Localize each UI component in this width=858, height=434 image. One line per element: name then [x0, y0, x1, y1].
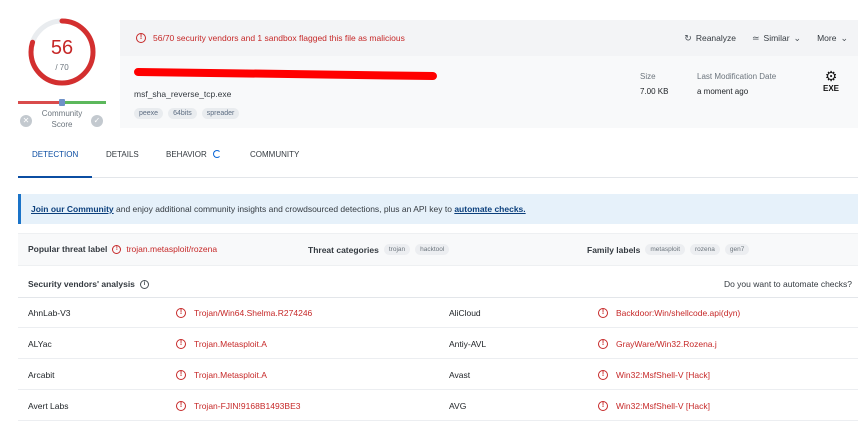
redacted-hash	[133, 67, 438, 81]
more-button[interactable]: More ⌄	[817, 33, 848, 44]
vendor-result: ! Trojan.Metasploit.A	[176, 339, 267, 349]
file-type-label: EXE	[822, 84, 839, 93]
vendor-name: Avast	[449, 370, 471, 380]
score-detections: 56	[50, 37, 74, 59]
vendors-analysis-title: Security vendors' analysis i	[28, 279, 149, 289]
alert-icon: !	[136, 33, 146, 43]
vendor-name: ALYac	[28, 339, 52, 349]
join-community-link[interactable]: Join our Community	[31, 204, 114, 214]
chevron-down-icon: ⌄	[840, 32, 848, 43]
community-score-marker	[59, 99, 65, 106]
community-score-bar	[18, 99, 106, 106]
file-size: Size 7.00 KB	[640, 72, 668, 96]
vendor-name: AVG	[449, 401, 467, 411]
last-modification: Last Modification Date a moment ago	[697, 72, 776, 96]
family-pill[interactable]: metasploit	[645, 244, 686, 255]
refresh-icon: ↻	[684, 32, 692, 43]
file-name: msf_sha_reverse_tcp.exe	[134, 89, 232, 99]
reanalyze-button[interactable]: ↻ Reanalyze	[684, 33, 736, 44]
banner-text: and enjoy additional community insights …	[113, 204, 455, 214]
chevron-down-icon: ⌄	[793, 32, 802, 43]
exe-gear-icon: ⚙	[824, 68, 838, 84]
automate-checks-link[interactable]: automate checks.	[454, 204, 525, 214]
alert-icon: !	[598, 308, 608, 318]
vendor-name: Antiy-AVL	[449, 339, 487, 349]
alert-text: 56/70 security vendors and 1 sandbox fla…	[153, 33, 405, 43]
alert-icon: !	[176, 339, 186, 349]
table-row: AhnLab-V3 ! Trojan/Win64.Shelma.R274246 A…	[18, 298, 858, 328]
alert-icon: !	[598, 401, 608, 411]
file-type-icon: ⚙ EXE	[820, 68, 842, 100]
vote-harmless-icon[interactable]: ✓	[91, 115, 103, 127]
vote-malicious-icon[interactable]: ✕	[20, 115, 32, 127]
info-icon[interactable]: i	[139, 279, 149, 289]
file-actions: ↻ Reanalyze ≃ Similar ⌄ More ⌄	[684, 20, 848, 56]
vendor-result: ! Backdoor:Win/shellcode.api(dyn)	[598, 308, 740, 318]
table-row: Avert Labs ! Trojan-FJIN!9168B1493BE3 AVG…	[18, 391, 858, 421]
table-row: Arcabit ! Trojan.Metasploit.A Avast ! Win3…	[18, 360, 858, 390]
file-tags: peexe 64bits spreader	[134, 108, 240, 119]
file-tag[interactable]: 64bits	[168, 108, 197, 119]
table-row: ALYac ! Trojan.Metasploit.A Antiy-AVL ! Gr…	[18, 329, 858, 359]
tab-behavior[interactable]: BEHAVIOR	[166, 150, 221, 178]
tab-community[interactable]: COMMUNITY	[250, 150, 299, 178]
vendor-result: ! Win32:MsfShell-V [Hack]	[598, 370, 710, 380]
vendor-result: ! Win32:MsfShell-V [Hack]	[598, 401, 710, 411]
file-summary-panel: msf_sha_reverse_tcp.exe peexe 64bits spr…	[120, 56, 858, 128]
tab-detection[interactable]: DETECTION	[18, 150, 92, 178]
threat-labels-row: Popular threat label ! trojan.metasploit…	[18, 233, 858, 266]
vendor-name: AliCloud	[449, 308, 481, 318]
vendor-result: ! Trojan/Win64.Shelma.R274246	[176, 308, 312, 318]
tab-details[interactable]: DETAILS	[106, 150, 139, 178]
vendor-result: ! Trojan.Metasploit.A	[176, 370, 267, 380]
popular-threat-label: Popular threat label ! trojan.metasploit…	[28, 244, 218, 254]
detection-score: 56 / 70 ✕ Community Score ✓	[18, 16, 106, 136]
family-pill[interactable]: gen7	[724, 244, 750, 255]
warning-icon: !	[112, 244, 122, 254]
last-modification-label: Last Modification Date	[697, 72, 777, 81]
vendor-name: Avert Labs	[28, 401, 69, 411]
alert-icon: !	[598, 339, 608, 349]
file-tag[interactable]: spreader	[201, 108, 240, 119]
similar-button[interactable]: ≃ Similar ⌄	[752, 33, 801, 44]
family-pill[interactable]: rozena	[690, 244, 720, 255]
vendor-name: AhnLab-V3	[28, 308, 71, 318]
file-size-label: Size	[640, 72, 656, 81]
malicious-alert-bar: ! 56/70 security vendors and 1 sandbox f…	[120, 20, 858, 56]
file-tag[interactable]: peexe	[134, 108, 164, 119]
threat-categories: Threat categories trojan hacktool	[308, 244, 450, 255]
alert-icon: !	[176, 308, 186, 318]
alert-icon: !	[176, 401, 186, 411]
vendors-analysis-header: Security vendors' analysis i Do you want…	[18, 268, 858, 298]
alert-icon: !	[176, 370, 186, 380]
vendor-result: ! GrayWare/Win32.Rozena.j	[598, 339, 717, 349]
automate-checks-question[interactable]: Do you want to automate checks?	[724, 279, 852, 289]
family-labels: Family labels metasploit rozena gen7	[587, 244, 750, 255]
score-total: / 70	[55, 63, 69, 72]
file-size-value: 7.00 KB	[640, 87, 669, 96]
loading-spinner-icon	[212, 150, 221, 158]
alert-icon: !	[598, 370, 608, 380]
popular-threat-value[interactable]: trojan.metasploit/rozena	[126, 244, 217, 254]
last-modification-value: a moment ago	[697, 87, 749, 96]
community-score-label: Community Score	[41, 109, 83, 129]
similar-icon: ≃	[752, 32, 760, 43]
vendor-result: ! Trojan-FJIN!9168B1493BE3	[176, 401, 300, 411]
report-tabs: DETECTION DETAILS BEHAVIOR COMMUNITY	[18, 150, 858, 178]
category-pill[interactable]: trojan	[383, 244, 411, 255]
vendor-name: Arcabit	[28, 370, 55, 380]
category-pill[interactable]: hacktool	[415, 244, 450, 255]
community-banner: Join our Community and enjoy additional …	[18, 194, 858, 224]
